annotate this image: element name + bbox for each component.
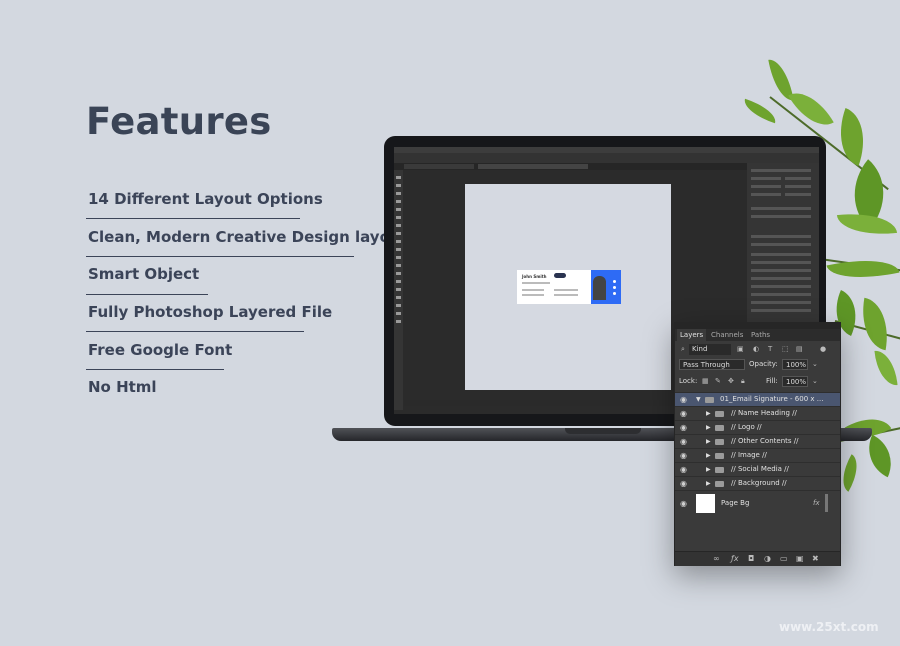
feature-item: 14 Different Layout Options xyxy=(88,190,323,208)
expand-triangle-icon[interactable]: ▶ xyxy=(706,466,711,473)
watermark: www.25xt.com xyxy=(779,620,879,634)
eye-icon[interactable]: ◉ xyxy=(680,451,687,460)
layers-panel-tabs: Layers Channels Paths xyxy=(675,329,840,341)
opacity-input[interactable]: 100% xyxy=(782,359,808,370)
signature-name: John Smith xyxy=(522,274,547,279)
tab-channels[interactable]: Channels xyxy=(711,329,743,341)
laptop-notch xyxy=(565,428,641,434)
layer-row[interactable]: ◉ ▶ // Image // xyxy=(675,448,840,463)
layer-name: 01_Email Signature - 600 x ... xyxy=(720,395,824,403)
layer-name: // Social Media // xyxy=(731,465,789,473)
layer-row[interactable]: ◉ ▶ // Other Contents // xyxy=(675,434,840,449)
layer-name: // Name Heading // xyxy=(731,409,797,417)
lock-row: Lock: ▦ ✎ ✥ 🔒︎ Fill: 100% ⌄ xyxy=(675,376,840,388)
expand-triangle-icon[interactable]: ▶ xyxy=(706,480,711,487)
mask-icon[interactable]: ◘ xyxy=(748,554,754,563)
filter-type-icon[interactable]: T xyxy=(768,345,772,353)
expand-triangle-icon[interactable]: ▶ xyxy=(706,452,711,459)
eye-icon[interactable]: ◉ xyxy=(680,409,687,418)
collapse-triangle-icon[interactable]: ▼ xyxy=(696,396,701,403)
ps-toolbar[interactable] xyxy=(394,170,403,410)
feature-item: Fully Photoshop Layered File xyxy=(88,303,333,321)
feature-item: Smart Object xyxy=(88,265,200,283)
eye-icon[interactable]: ◉ xyxy=(680,395,687,404)
adjustment-icon[interactable]: ◑ xyxy=(764,554,771,563)
filter-smart-object-icon[interactable]: ▤ xyxy=(796,345,803,353)
eye-icon[interactable]: ◉ xyxy=(680,479,687,488)
tab-layers[interactable]: Layers xyxy=(677,329,707,341)
fill-label: Fill: xyxy=(766,377,778,385)
filter-pixel-icon[interactable]: ▣ xyxy=(737,345,744,353)
layer-name: // Other Contents // xyxy=(731,437,799,445)
search-icon: ⌕ xyxy=(681,345,685,353)
layer-row[interactable]: ◉ ▶ // Background // xyxy=(675,476,840,491)
lock-position-icon[interactable]: ✥ xyxy=(728,377,734,385)
filter-kind-select[interactable]: Kind xyxy=(689,344,731,355)
feature-divider xyxy=(86,256,354,257)
expand-triangle-icon[interactable]: ▶ xyxy=(706,410,711,417)
layer-scrollbar[interactable] xyxy=(825,494,828,512)
folder-icon xyxy=(715,439,724,445)
fx-icon[interactable]: ƒx xyxy=(731,554,739,563)
fx-icon[interactable]: fx xyxy=(813,499,820,507)
eye-icon[interactable]: ◉ xyxy=(680,465,687,474)
fill-input[interactable]: 100% xyxy=(782,376,808,387)
layer-group-row[interactable]: ◉ ▼ 01_Email Signature - 600 x ... xyxy=(675,392,840,407)
folder-icon xyxy=(715,453,724,459)
eye-icon[interactable]: ◉ xyxy=(680,423,687,432)
feature-divider xyxy=(86,218,300,219)
signature-preview: John Smith xyxy=(517,270,621,304)
layer-name: // Image // xyxy=(731,451,767,459)
filter-shape-icon[interactable]: ⬚ xyxy=(782,345,789,353)
trash-icon[interactable]: ✖ xyxy=(812,554,819,563)
lock-label: Lock: xyxy=(679,377,698,385)
ps-options-bar[interactable] xyxy=(394,153,819,163)
tab-paths[interactable]: Paths xyxy=(751,329,770,341)
expand-triangle-icon[interactable]: ▶ xyxy=(706,438,711,445)
blend-mode-select[interactable]: Pass Through xyxy=(679,359,745,370)
lock-icon[interactable]: 🔒︎ xyxy=(741,377,745,386)
folder-icon xyxy=(715,481,724,487)
layer-name: Page Bg xyxy=(721,499,750,507)
folder-icon xyxy=(715,425,724,431)
opacity-label: Opacity: xyxy=(749,360,778,368)
feature-item: Free Google Font xyxy=(88,341,233,359)
folder-icon xyxy=(715,467,724,473)
filter-row: ⌕ Kind ▣ ◐ T ⬚ ▤ ● xyxy=(675,344,840,356)
layers-panel-footer: ∞ ƒx ◘ ◑ ▭ ▣ ✖ xyxy=(675,551,840,566)
signature-photo-panel xyxy=(591,270,621,304)
layer-thumbnail xyxy=(696,494,715,513)
lock-transparency-icon[interactable]: ▦ xyxy=(702,377,709,385)
eye-icon[interactable]: ◉ xyxy=(680,437,687,446)
feature-item: No Html xyxy=(88,378,157,396)
folder-icon xyxy=(715,411,724,417)
expand-triangle-icon[interactable]: ▶ xyxy=(706,424,711,431)
layers-panel: Layers Channels Paths ⌕ Kind ▣ ◐ T ⬚ ▤ ●… xyxy=(674,322,841,566)
opacity-dropdown-icon[interactable]: ⌄ xyxy=(812,360,818,368)
feature-divider xyxy=(86,331,304,332)
layer-name: // Logo // xyxy=(731,423,762,431)
fill-dropdown-icon[interactable]: ⌄ xyxy=(812,377,818,385)
filter-toggle-icon[interactable]: ● xyxy=(820,345,826,353)
filter-adjustment-icon[interactable]: ◐ xyxy=(753,345,759,353)
new-group-icon[interactable]: ▭ xyxy=(780,554,788,563)
new-layer-icon[interactable]: ▣ xyxy=(796,554,804,563)
eye-icon[interactable]: ◉ xyxy=(680,499,687,508)
layer-row[interactable]: ◉ ▶ // Logo // xyxy=(675,420,840,435)
link-icon[interactable]: ∞ xyxy=(713,554,720,563)
layer-row[interactable]: ◉ ▶ // Social Media // xyxy=(675,462,840,477)
folder-icon xyxy=(705,397,714,403)
blend-row: Pass Through Opacity: 100% ⌄ xyxy=(675,359,840,371)
feature-divider xyxy=(86,294,208,295)
layer-row[interactable]: ◉ ▶ // Name Heading // xyxy=(675,406,840,421)
lock-image-icon[interactable]: ✎ xyxy=(715,377,721,385)
feature-divider xyxy=(86,369,224,370)
feature-item: Clean, Modern Creative Design layout xyxy=(88,228,408,246)
features-title: Features xyxy=(86,100,272,143)
layer-name: // Background // xyxy=(731,479,787,487)
